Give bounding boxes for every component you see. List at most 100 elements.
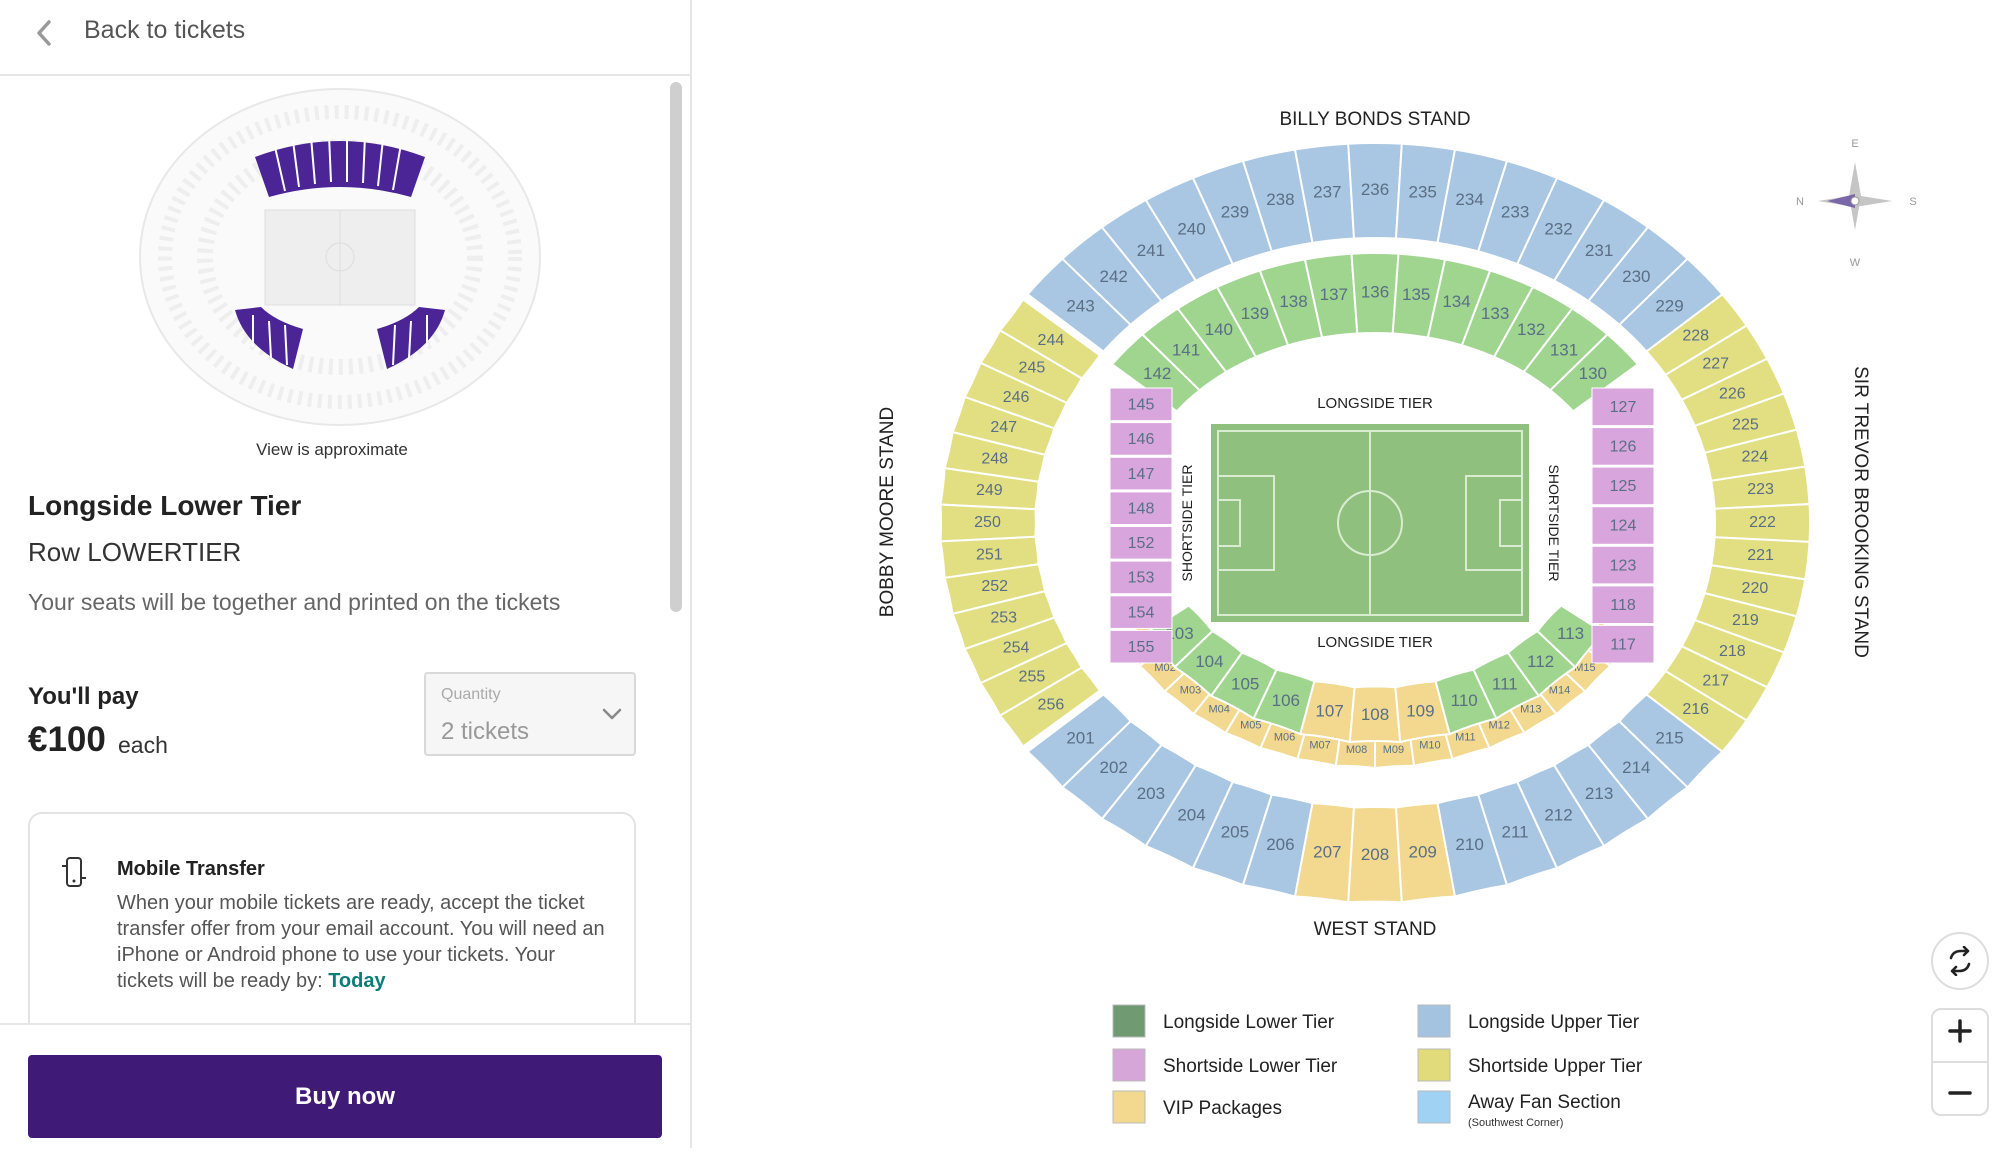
seating-note: Your seats will be together and printed … [28, 589, 561, 615]
legend-label-3: Shortside Upper Tier [1468, 1056, 1643, 1077]
section-label-131: 131 [1550, 340, 1578, 359]
section-label-206: 206 [1266, 835, 1294, 854]
section-label-123: 123 [1610, 557, 1637, 574]
pay-label: You'll pay [28, 683, 139, 710]
compass-icon: E W N S [1796, 138, 1917, 269]
section-label-240: 240 [1177, 220, 1205, 239]
section-label-224: 224 [1742, 449, 1769, 466]
section-label-225: 225 [1732, 417, 1759, 434]
section-label-M08: M08 [1346, 744, 1367, 756]
section-label-155: 155 [1128, 639, 1155, 656]
section-label-147: 147 [1128, 466, 1155, 483]
compass-w: W [1850, 257, 1861, 269]
section-label-229: 229 [1655, 296, 1683, 315]
section-label-201: 201 [1066, 729, 1094, 748]
section-label-238: 238 [1266, 190, 1294, 209]
section-label-140: 140 [1205, 320, 1233, 339]
listing-details: View is approximate Longside Lower Tier … [0, 78, 690, 1023]
section-label-209: 209 [1409, 842, 1437, 861]
buy-now-button[interactable]: Buy now [28, 1055, 662, 1138]
section-label-228: 228 [1682, 328, 1709, 345]
section-label-152: 152 [1128, 535, 1155, 552]
section-label-227: 227 [1702, 356, 1729, 373]
section-label-254: 254 [1003, 640, 1030, 657]
section-label-212: 212 [1544, 805, 1572, 824]
swap-view-button[interactable] [1931, 932, 1989, 990]
section-label-139: 139 [1241, 304, 1269, 323]
section-label-253: 253 [990, 609, 1017, 626]
scrollbar-thumb[interactable] [670, 82, 682, 612]
section-label-230: 230 [1622, 267, 1650, 286]
section-label-134: 134 [1442, 292, 1470, 311]
legend-swatch-4 [1112, 1090, 1146, 1124]
zoom-controls [1931, 1008, 1989, 1116]
back-to-tickets-link[interactable]: Back to tickets [0, 0, 690, 76]
section-label-124: 124 [1610, 518, 1637, 535]
section-label-241: 241 [1137, 241, 1165, 260]
section-label-245: 245 [1019, 360, 1046, 377]
stand-label-west: BOBBY MOORE STAND [877, 407, 898, 617]
section-label-247: 247 [990, 419, 1017, 436]
legend-label-0: Longside Lower Tier [1163, 1012, 1335, 1033]
section-label-132: 132 [1517, 320, 1545, 339]
section-label-223: 223 [1747, 481, 1774, 498]
section-label-217: 217 [1702, 673, 1729, 690]
section-label-117: 117 [1610, 636, 1636, 653]
section-label-141: 141 [1172, 340, 1200, 359]
section-label-234: 234 [1455, 190, 1483, 209]
section-label-M06: M06 [1274, 732, 1295, 744]
price-suffix: each [118, 732, 168, 758]
legend: Longside Lower Tier Longside Upper Tier Sh… [1112, 1004, 1643, 1129]
legend-swatch-5 [1417, 1090, 1451, 1124]
section-label-107: 107 [1315, 701, 1343, 720]
section-label-211: 211 [1502, 822, 1529, 841]
section-label-110: 110 [1451, 691, 1478, 710]
section-label-M11: M11 [1455, 732, 1476, 744]
section-label-207: 207 [1313, 842, 1341, 861]
chevron-left-icon [37, 20, 51, 46]
legend-swatch-2 [1112, 1048, 1146, 1082]
section-label-M14: M14 [1549, 684, 1570, 696]
section-label-244: 244 [1038, 332, 1065, 349]
section-label-112: 112 [1527, 652, 1554, 671]
section-label-108: 108 [1361, 705, 1389, 724]
listing-panel: Back to tickets View is approximate Long… [0, 0, 692, 1148]
delivery-ready-date: Today [328, 970, 386, 992]
section-label-105: 105 [1231, 674, 1259, 693]
section-label-213: 213 [1585, 784, 1613, 803]
tier-label-right: SHORTSIDE TIER [1546, 465, 1562, 582]
section-label-133: 133 [1481, 304, 1509, 323]
section-label-M10: M10 [1419, 740, 1440, 752]
section-label-255: 255 [1019, 669, 1046, 686]
tier-label-top: LONGSIDE TIER [1317, 395, 1433, 412]
section-label-237: 237 [1313, 182, 1341, 201]
quantity-select[interactable]: Quantity 2 tickets [424, 672, 636, 756]
section-label-235: 235 [1409, 182, 1437, 201]
zoom-in-icon[interactable] [1947, 1018, 1973, 1044]
section-label-127: 127 [1610, 399, 1637, 416]
section-label-215: 215 [1655, 729, 1683, 748]
section-label-243: 243 [1066, 296, 1094, 315]
section-label-221: 221 [1747, 547, 1774, 564]
section-label-242: 242 [1100, 267, 1128, 286]
stadium-map[interactable]: 243 242 241 240 239 238 237 236 235 234 233 232 231 2… [693, 0, 1999, 1148]
legend-sub-5: (Southwest Corner) [1468, 1117, 1563, 1129]
section-label-M04: M04 [1208, 704, 1229, 716]
stadium-seating-chart[interactable]: 243 242 241 240 239 238 237 236 235 234 233 232 231 2… [693, 0, 1999, 1148]
delivery-card: Mobile Transfer When your mobile tickets… [28, 812, 636, 1023]
section-label-113: 113 [1557, 624, 1584, 643]
section-label-239: 239 [1221, 202, 1249, 221]
section-label-250: 250 [974, 514, 1001, 531]
section-label-154: 154 [1128, 604, 1155, 621]
delivery-text: When your mobile tickets are ready, acce… [117, 890, 607, 994]
section-label-256: 256 [1038, 696, 1065, 713]
section-label-130: 130 [1579, 364, 1607, 383]
section-label-218: 218 [1719, 643, 1746, 660]
section-label-M09: M09 [1383, 744, 1404, 756]
zoom-out-icon[interactable] [1947, 1080, 1973, 1106]
swap-arrows-icon [1949, 946, 1971, 976]
mobile-phone-icon [62, 857, 86, 887]
stand-label-north: BILLY BONDS STAND [1279, 109, 1470, 130]
section-label-202: 202 [1100, 758, 1128, 777]
section-label-251: 251 [976, 546, 1003, 563]
